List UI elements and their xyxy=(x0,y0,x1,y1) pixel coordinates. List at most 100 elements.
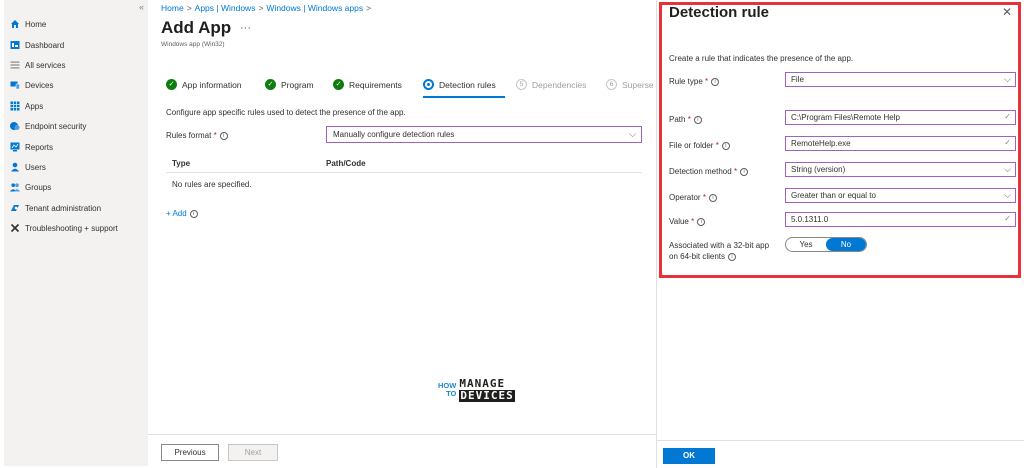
add-rule-link[interactable]: + Add i xyxy=(166,209,198,218)
sidebar-item-endpoint-security[interactable]: Endpoint security xyxy=(10,118,86,134)
next-button: Next xyxy=(228,444,278,461)
rule-type-value: File xyxy=(791,75,804,84)
sidebar-item-troubleshooting[interactable]: Troubleshooting + support xyxy=(10,220,118,236)
rules-format-dropdown[interactable]: Manually configure detection rules ⌵ xyxy=(326,126,642,143)
column-header-path-code[interactable]: Path/Code xyxy=(326,159,366,168)
footer-divider xyxy=(148,434,656,435)
breadcrumb-apps-windows[interactable]: Apps | Windows xyxy=(195,3,256,13)
info-icon[interactable]: i xyxy=(697,217,706,226)
detection-method-dropdown[interactable]: String (version) ⌵ xyxy=(785,162,1016,177)
sidebar-item-label: All services xyxy=(25,60,66,70)
sidebar-item-label: Tenant administration xyxy=(25,203,102,213)
shield-icon xyxy=(10,122,20,130)
sidebar-item-label: Apps xyxy=(25,101,44,111)
sidebar-item-apps[interactable]: Apps xyxy=(10,98,43,114)
detection-rule-panel xyxy=(656,0,1024,468)
path-label: Path * i xyxy=(669,115,702,124)
sidebar-item-label: Dashboard xyxy=(25,40,65,50)
breadcrumb-windows-apps[interactable]: Windows | Windows apps xyxy=(266,3,363,13)
sidebar-item-tenant-administration[interactable]: Tenant administration xyxy=(10,200,101,216)
sidebar-item-users[interactable]: Users xyxy=(10,159,46,175)
add-app-wizard: Home > Apps | Windows > Windows | Windows ap… xyxy=(148,0,656,466)
panel-footer-divider xyxy=(656,440,1024,441)
current-step-icon xyxy=(423,79,434,90)
dashboard-icon xyxy=(10,41,20,49)
info-icon[interactable]: i xyxy=(711,77,720,86)
operator-value: Greater than or equal to xyxy=(791,191,876,200)
page-subtitle: Windows app (Win32) xyxy=(161,41,225,48)
toggle-yes[interactable]: Yes xyxy=(786,238,826,251)
step-label: Detection rules xyxy=(439,79,496,90)
valid-check-icon: ✓ xyxy=(1004,138,1011,147)
chevron-down-icon: ⌵ xyxy=(1004,190,1011,200)
breadcrumb-separator: > xyxy=(366,3,372,13)
rule-type-dropdown[interactable]: File ⌵ xyxy=(785,72,1016,87)
info-icon[interactable]: i xyxy=(693,115,702,124)
sidebar-item-label: Troubleshooting + support xyxy=(25,223,118,233)
check-icon: ✓ xyxy=(166,79,177,90)
step-label: Superse xyxy=(622,79,654,90)
value-input[interactable]: 5.0.1311.0 ✓ xyxy=(785,212,1016,227)
check-icon: ✓ xyxy=(265,79,276,90)
path-input[interactable]: C:\Program Files\Remote Help ✓ xyxy=(785,110,1016,125)
step-label: App information xyxy=(182,79,242,90)
panel-title: Detection rule xyxy=(669,4,770,21)
info-icon[interactable]: i xyxy=(721,141,730,150)
associated-32bit-toggle[interactable]: Yes No xyxy=(785,237,867,252)
more-options-icon[interactable]: ··· xyxy=(240,22,251,34)
path-value: C:\Program Files\Remote Help xyxy=(791,113,900,122)
sidebar-item-reports[interactable]: Reports xyxy=(10,139,53,155)
page-title: Add App xyxy=(161,18,232,37)
sidebar-item-all-services[interactable]: All services xyxy=(10,57,65,73)
info-icon[interactable]: i xyxy=(219,131,228,140)
file-or-folder-input[interactable]: RemoteHelp.exe ✓ xyxy=(785,136,1016,151)
step-app-information[interactable]: ✓ App information xyxy=(166,79,265,90)
sidebar-item-devices[interactable]: Devices xyxy=(10,77,53,93)
panel-description: Create a rule that indicates the presenc… xyxy=(669,54,854,63)
sidebar-item-label: Users xyxy=(25,162,46,172)
sidebar-item-groups[interactable]: Groups xyxy=(10,179,51,195)
chevron-down-icon: ⌵ xyxy=(629,129,636,139)
value-label: Value * i xyxy=(669,217,706,226)
sidebar-item-label: Endpoint security xyxy=(25,121,87,131)
active-step-indicator xyxy=(423,96,505,98)
close-icon[interactable]: ✕ xyxy=(1002,5,1012,19)
column-header-type[interactable]: Type xyxy=(172,159,190,168)
rules-format-value: Manually configure detection rules xyxy=(333,130,455,139)
collapse-sidebar-icon[interactable]: « xyxy=(139,2,144,12)
step-label: Program xyxy=(281,79,314,90)
apps-icon xyxy=(10,101,20,111)
toggle-no[interactable]: No xyxy=(826,238,866,251)
previous-button[interactable]: Previous xyxy=(161,444,219,461)
step-requirements[interactable]: ✓ Requirements xyxy=(333,79,423,90)
step-program[interactable]: ✓ Program xyxy=(265,79,333,90)
file-or-folder-value: RemoteHelp.exe xyxy=(791,139,851,148)
valid-check-icon: ✓ xyxy=(1004,112,1011,121)
step-label: Requirements xyxy=(349,79,402,90)
detection-method-label: Detection method * i xyxy=(669,167,749,176)
ok-button[interactable]: OK xyxy=(663,448,715,464)
info-icon[interactable]: i xyxy=(708,193,717,202)
sidebar-item-dashboard[interactable]: Dashboard xyxy=(10,37,64,53)
step-dependencies: 5 Dependencies xyxy=(516,79,606,90)
wrench-icon xyxy=(10,223,20,233)
breadcrumb: Home > Apps | Windows > Windows | Windows ap… xyxy=(161,3,374,13)
step-detection-rules[interactable]: Detection rules xyxy=(423,79,516,90)
step-number: 5 xyxy=(516,79,527,90)
sidebar-item-label: Groups xyxy=(25,182,52,192)
breadcrumb-home[interactable]: Home xyxy=(161,3,184,13)
detection-method-value: String (version) xyxy=(791,165,846,174)
step-number: 6 xyxy=(606,79,617,90)
detection-description: Configure app specific rules used to det… xyxy=(166,108,406,117)
table-divider xyxy=(166,172,642,173)
operator-dropdown[interactable]: Greater than or equal to ⌵ xyxy=(785,188,1016,203)
sidebar-item-label: Reports xyxy=(25,142,54,152)
how-to-manage-devices-logo: HOW TO MANAGE DEVICES xyxy=(438,377,515,402)
breadcrumb-separator: > xyxy=(258,3,264,13)
info-icon[interactable]: i xyxy=(740,167,749,176)
sidebar-item-home[interactable]: Home xyxy=(10,16,46,32)
value-value: 5.0.1311.0 xyxy=(791,215,829,224)
empty-rules-message: No rules are specified. xyxy=(172,180,252,189)
info-icon[interactable]: i xyxy=(728,252,737,261)
valid-check-icon: ✓ xyxy=(1004,214,1011,223)
